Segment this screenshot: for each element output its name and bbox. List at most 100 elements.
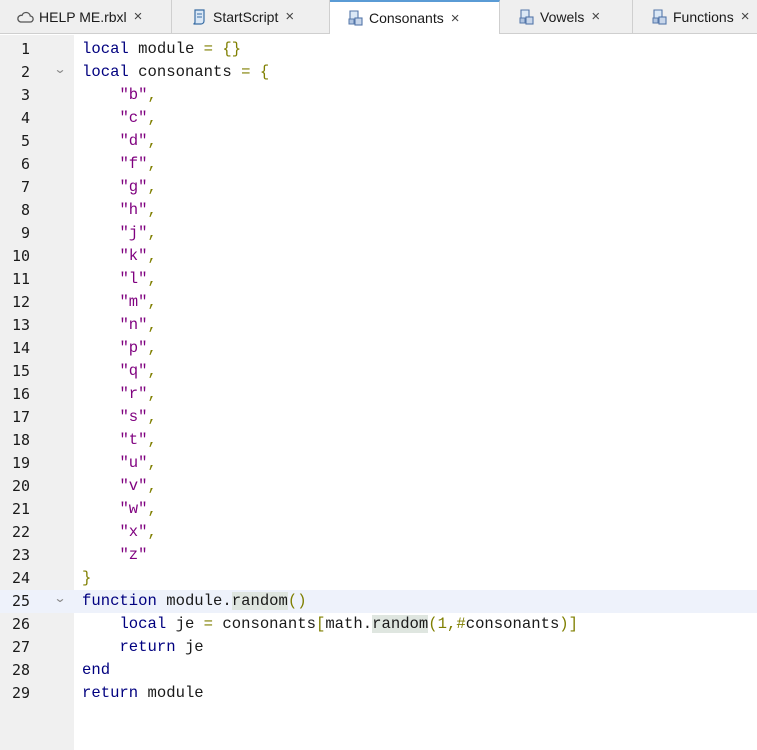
code-text: "c", [119, 109, 157, 127]
code-text: "t", [119, 431, 157, 449]
line-number: 5 [20, 132, 30, 150]
module-script-icon [650, 8, 668, 26]
cloud-icon [16, 8, 34, 26]
fold-chevron-icon[interactable]: ⌄ [53, 591, 66, 605]
code-text: "x", [119, 523, 157, 541]
code-line[interactable]: 3 "b", [0, 84, 757, 107]
code-line[interactable]: 13 "n", [0, 314, 757, 337]
code-text: "r", [119, 385, 157, 403]
code-text: "q", [119, 362, 157, 380]
code-line[interactable]: 9 "j", [0, 222, 757, 245]
line-number: 1 [20, 40, 30, 58]
code-text: "w", [119, 500, 157, 518]
line-number: 22 [11, 523, 30, 541]
line-number: 14 [11, 339, 30, 357]
code-line[interactable]: 10 "k", [0, 245, 757, 268]
code-text: "z" [119, 546, 148, 564]
tab-consonants[interactable]: Consonants × [330, 0, 500, 34]
code-text: "u", [119, 454, 157, 472]
code-line[interactable]: 1 local module = {} [0, 38, 757, 61]
code-text: local je = consonants[math.random(1,#con… [119, 615, 579, 633]
code-line[interactable]: 11 "l", [0, 268, 757, 291]
line-number: 27 [11, 638, 30, 656]
line-number: 20 [11, 477, 30, 495]
line-number: 28 [11, 661, 30, 679]
code-line[interactable]: 28 end [0, 659, 757, 682]
code-line[interactable]: 2 ⌄ local consonants = { [0, 61, 757, 84]
code-line[interactable]: 25 ⌄ function module.random() [0, 590, 757, 613]
tab-startscript[interactable]: StartScript × [172, 0, 330, 33]
line-number: 24 [11, 569, 30, 587]
code-text: function module.random() [82, 592, 307, 610]
line-number: 4 [20, 109, 30, 127]
tab-bar: HELP ME.rbxl × StartScript × Consonants … [0, 0, 757, 34]
code-line[interactable]: 16 "r", [0, 383, 757, 406]
code-line[interactable]: 8 "h", [0, 199, 757, 222]
code-editor[interactable]: 1 local module = {} 2 ⌄ local consonants = {… [0, 35, 757, 750]
code-line[interactable]: 4 "c", [0, 107, 757, 130]
code-line[interactable]: 22 "x", [0, 521, 757, 544]
code-text: return je [119, 638, 204, 656]
code-text: "b", [119, 86, 157, 104]
code-line[interactable]: 14 "p", [0, 337, 757, 360]
script-icon [190, 8, 208, 26]
code-text: return module [82, 684, 204, 702]
code-lines[interactable]: 1 local module = {} 2 ⌄ local consonants = {… [0, 38, 757, 705]
code-line[interactable]: 21 "w", [0, 498, 757, 521]
code-line[interactable]: 24} [0, 567, 757, 590]
code-text: local module = {} [82, 40, 242, 58]
close-icon[interactable]: × [134, 8, 143, 25]
close-icon[interactable]: × [591, 8, 600, 25]
code-text: "h", [119, 201, 157, 219]
code-line[interactable]: 26 local je = consonants[math.random(1,#… [0, 613, 757, 636]
code-line[interactable]: 6 "f", [0, 153, 757, 176]
line-number: 10 [11, 247, 30, 265]
code-line[interactable]: 18 "t", [0, 429, 757, 452]
code-text: "m", [119, 293, 157, 311]
line-number: 16 [11, 385, 30, 403]
line-number: 3 [20, 86, 30, 104]
code-line[interactable]: 19 "u", [0, 452, 757, 475]
close-icon[interactable]: × [741, 8, 750, 25]
close-icon[interactable]: × [451, 10, 460, 27]
code-line[interactable]: 7 "g", [0, 176, 757, 199]
code-text: "g", [119, 178, 157, 196]
code-text: "n", [119, 316, 157, 334]
code-text: local consonants = { [82, 63, 270, 81]
code-text: "j", [119, 224, 157, 242]
line-number: 21 [11, 500, 30, 518]
code-text: "l", [119, 270, 157, 288]
code-text: "s", [119, 408, 157, 426]
code-text: "p", [119, 339, 157, 357]
line-number: 12 [11, 293, 30, 311]
code-line[interactable]: 27 return je [0, 636, 757, 659]
code-text: "v", [119, 477, 157, 495]
tab-label: Vowels [540, 8, 585, 25]
code-line[interactable]: 17 "s", [0, 406, 757, 429]
code-line[interactable]: 5 "d", [0, 130, 757, 153]
code-text: "f", [119, 155, 157, 173]
line-number: 18 [11, 431, 30, 449]
code-line[interactable]: 20 "v", [0, 475, 757, 498]
tab-label: HELP ME.rbxl [39, 8, 127, 25]
code-line[interactable]: 23 "z" [0, 544, 757, 567]
tab-functions[interactable]: Functions × [633, 0, 757, 33]
line-number: 2 [20, 63, 30, 81]
code-line[interactable]: 12 "m", [0, 291, 757, 314]
tab-help-me-rbxl[interactable]: HELP ME.rbxl × [0, 0, 172, 33]
module-script-icon [517, 8, 535, 26]
code-line[interactable]: 29 return module [0, 682, 757, 705]
tab-label: Functions [673, 8, 734, 25]
line-number: 6 [20, 155, 30, 173]
line-number: 7 [20, 178, 30, 196]
close-icon[interactable]: × [285, 8, 294, 25]
line-number: 13 [11, 316, 30, 334]
line-number: 15 [11, 362, 30, 380]
tab-vowels[interactable]: Vowels × [500, 0, 633, 33]
fold-chevron-icon[interactable]: ⌄ [53, 62, 66, 76]
code-line[interactable]: 15 "q", [0, 360, 757, 383]
line-number: 23 [11, 546, 30, 564]
line-number: 11 [11, 270, 30, 288]
code-text: "d", [119, 132, 157, 150]
tab-label: StartScript [213, 8, 279, 25]
